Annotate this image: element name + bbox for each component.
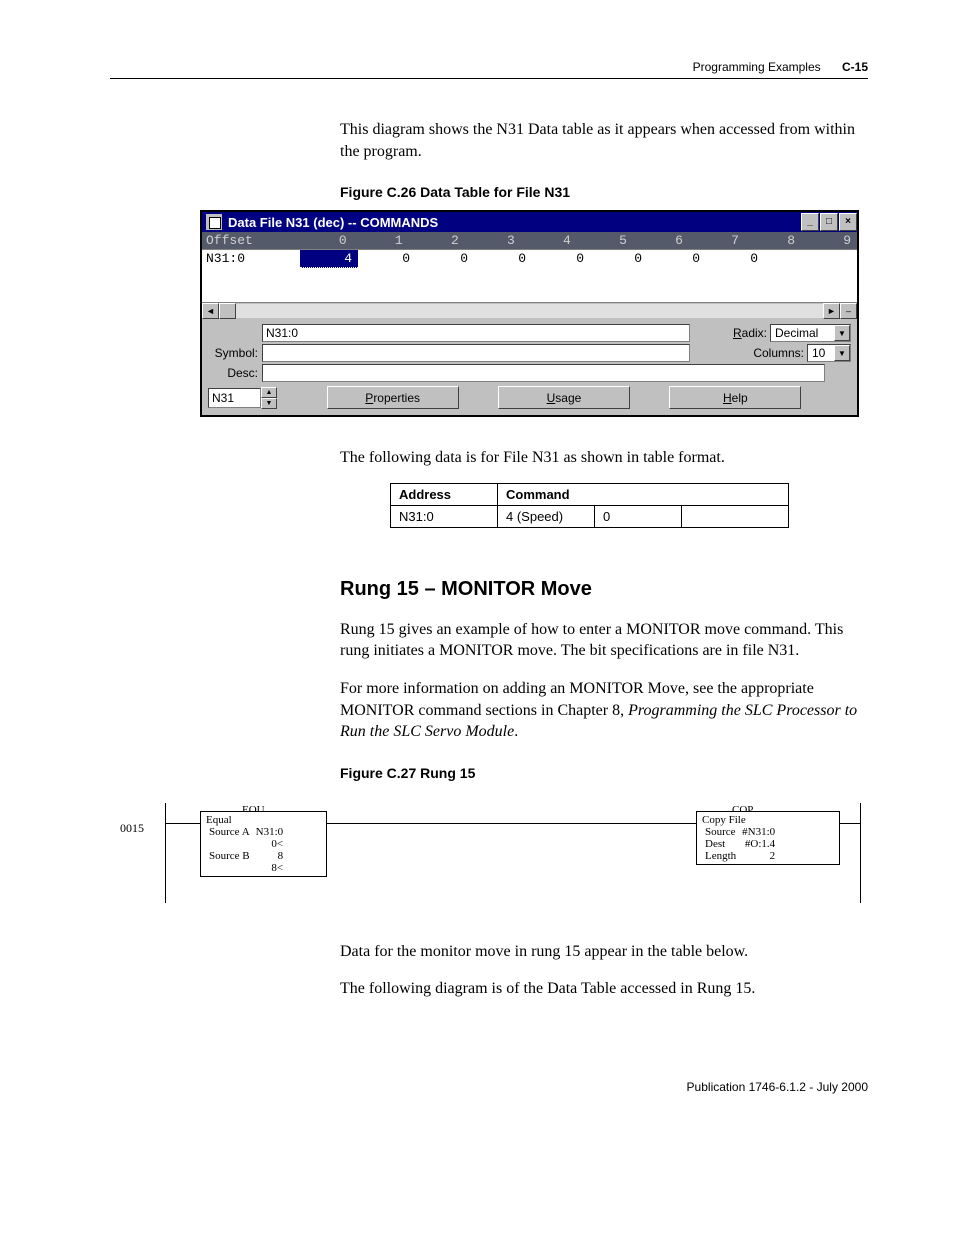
grid-row: N31:0 4 0 0 0 0 0 0 0: [202, 250, 857, 268]
close-button[interactable]: ×: [839, 213, 857, 231]
th-address: Address: [391, 483, 498, 505]
desc-label: Desc:: [208, 366, 262, 380]
horizontal-scrollbar[interactable]: ◄ ► –: [202, 302, 857, 319]
scroll-thumb[interactable]: [219, 303, 236, 319]
section-heading: Rung 15 – MONITOR Move: [340, 578, 868, 601]
command-table: Address Command N31:0 4 (Speed) 0: [390, 483, 789, 528]
window-titlebar: Data File N31 (dec) -- COMMANDS _ □ ×: [202, 212, 857, 232]
radix-label: Radix:: [733, 326, 770, 340]
right-rail: [860, 803, 861, 903]
cop-block: Copy File Source#N31:0 Dest#O:1.4 Length…: [696, 811, 840, 865]
properties-button[interactable]: Properties: [327, 386, 459, 409]
desc-field[interactable]: [262, 364, 825, 382]
para1: Rung 15 gives an example of how to enter…: [340, 619, 868, 662]
grid-header-row: Offset 0 1 2 3 4 5 6 7 8 9: [202, 232, 857, 250]
window-icon: [206, 214, 222, 230]
window-title: Data File N31 (dec) -- COMMANDS: [226, 215, 800, 230]
rung-number: 0015: [120, 821, 144, 836]
header-pagenum: C-15: [842, 60, 868, 74]
symbol-field[interactable]: [262, 344, 690, 362]
th-command: Command: [498, 483, 789, 505]
columns-select[interactable]: 10 ▼: [807, 344, 851, 362]
scroll-extra-button[interactable]: –: [840, 303, 857, 319]
data-file-window: Data File N31 (dec) -- COMMANDS _ □ × Of…: [200, 210, 859, 417]
scroll-right-button[interactable]: ►: [823, 303, 840, 319]
minimize-button[interactable]: _: [801, 213, 819, 231]
grid-cell-selected[interactable]: 4: [300, 250, 358, 268]
page-footer: Publication 1746-6.1.2 - July 2000: [110, 1080, 868, 1094]
symbol-label: Symbol:: [208, 346, 262, 360]
ladder-diagram: 0015 EQU Equal Source AN31:0 0< Source B…: [110, 791, 868, 921]
spin-up-icon[interactable]: ▲: [261, 387, 277, 398]
maximize-button[interactable]: □: [820, 213, 838, 231]
address-field[interactable]: N31:0: [262, 324, 690, 342]
page-header: Programming Examples C-15: [110, 60, 868, 79]
after-ladder-1: Data for the monitor move in rung 15 app…: [340, 941, 868, 963]
usage-button[interactable]: Usage: [498, 386, 630, 409]
after-ladder-2: The following diagram is of the Data Tab…: [340, 978, 868, 1000]
dropdown-arrow-icon: ▼: [834, 325, 850, 341]
intro-text: This diagram shows the N31 Data table as…: [340, 119, 868, 162]
figure-c27-caption: Figure C.27 Rung 15: [340, 765, 868, 781]
para2: For more information on adding an MONITO…: [340, 678, 868, 743]
table-row: N31:0 4 (Speed) 0: [391, 505, 789, 527]
dropdown-arrow-icon: ▼: [834, 345, 850, 361]
spin-down-icon[interactable]: ▼: [261, 398, 277, 409]
scroll-left-button[interactable]: ◄: [202, 303, 219, 319]
grid-body: N31:0 4 0 0 0 0 0 0 0: [202, 250, 857, 302]
header-section: Programming Examples: [693, 60, 821, 74]
figure-c26-caption: Figure C.26 Data Table for File N31: [340, 184, 868, 200]
after-fig26-text: The following data is for File N31 as sh…: [340, 447, 868, 469]
grid-header-offset: Offset: [202, 232, 297, 249]
file-spinner[interactable]: ▲ ▼: [261, 387, 277, 409]
file-field[interactable]: N31: [208, 388, 261, 408]
help-button[interactable]: Help: [669, 386, 801, 409]
row-label: N31:0: [202, 250, 300, 268]
equ-block: Equal Source AN31:0 0< Source B8 8<: [200, 811, 327, 877]
scroll-track[interactable]: [236, 304, 823, 318]
columns-label: Columns:: [753, 346, 807, 360]
left-rail: [165, 803, 166, 903]
radix-select[interactable]: Decimal ▼: [770, 324, 851, 342]
